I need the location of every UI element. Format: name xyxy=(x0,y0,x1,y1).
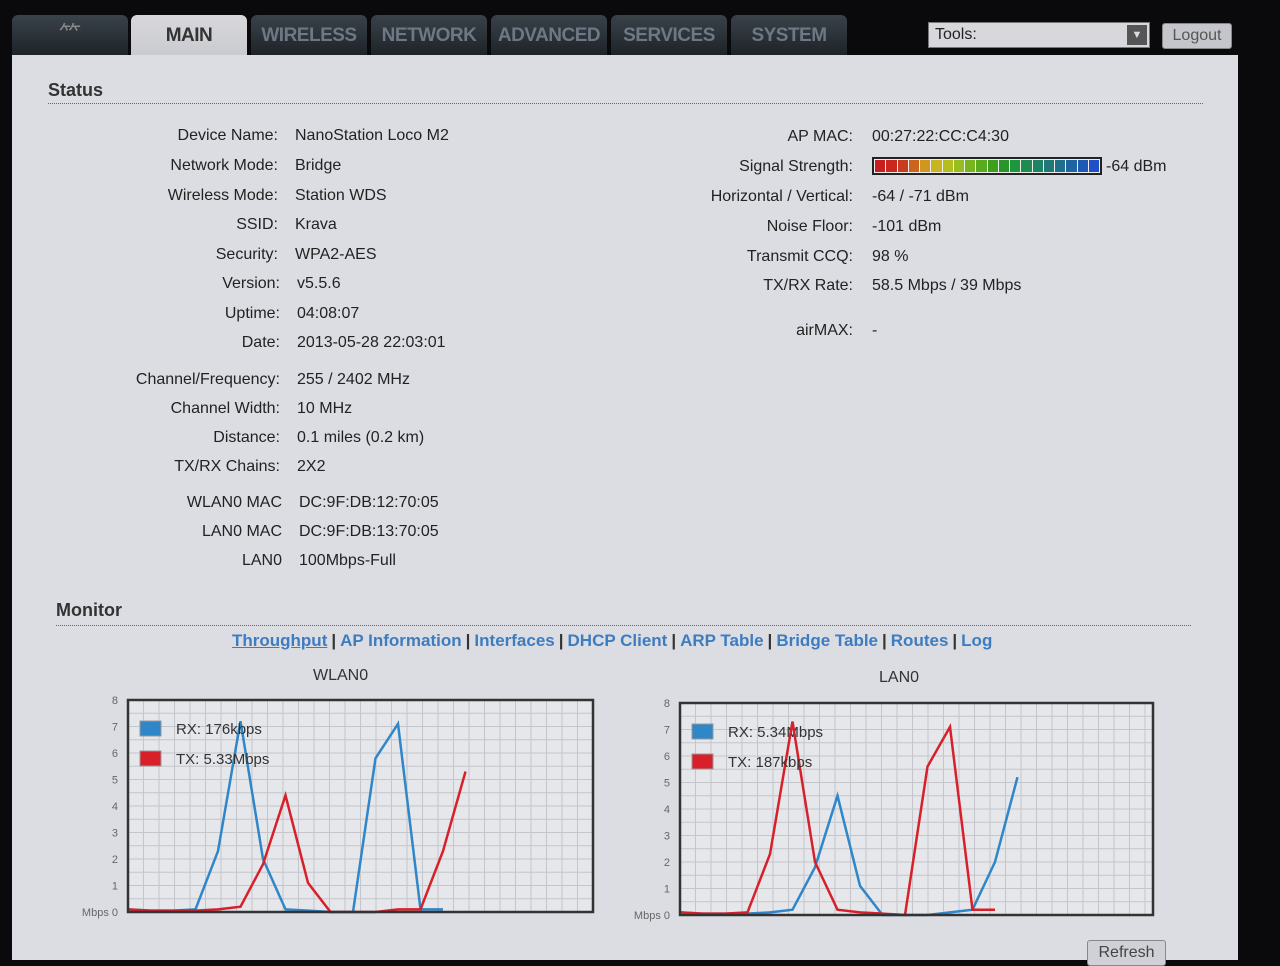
logout-button[interactable]: Logout xyxy=(1162,23,1232,49)
monitor-link-bridge-table[interactable]: Bridge Table xyxy=(776,631,878,650)
signal-segment xyxy=(897,160,908,172)
signal-segment xyxy=(942,160,953,172)
signal-segment xyxy=(1043,160,1054,172)
tab-wireless[interactable]: WIRELESS xyxy=(251,15,367,55)
signal-segment xyxy=(1066,160,1077,172)
monitor-link-log[interactable]: Log xyxy=(961,631,992,650)
field-value: 04:08:07 xyxy=(297,305,360,322)
field-value: 58.5 Mbps / 39 Mbps xyxy=(872,277,1022,294)
field-value: -64 / -71 dBm xyxy=(872,188,969,205)
field-value: DC:9F:DB:13:70:05 xyxy=(299,523,439,540)
signal-segment xyxy=(1010,160,1021,172)
tab-services[interactable]: SERVICES xyxy=(611,15,727,55)
field-value: DC:9F:DB:12:70:05 xyxy=(299,494,439,511)
field-value: WPA2-AES xyxy=(295,246,377,263)
field-label: TX/RX Rate: xyxy=(763,277,853,294)
signal-strength-bar xyxy=(872,157,1102,175)
field-label: Date: xyxy=(241,334,280,351)
field-label: Wireless Mode: xyxy=(167,187,278,204)
divider xyxy=(48,103,1203,104)
signal-segment xyxy=(1032,160,1043,172)
field-value: Station WDS xyxy=(295,187,387,204)
signal-segment xyxy=(908,160,919,172)
field-label: Horizontal / Vertical: xyxy=(710,188,853,205)
field-value: NanoStation Loco M2 xyxy=(295,127,449,144)
chart-title-wlan0: WLAN0 xyxy=(313,667,369,684)
field-label: LAN0 MAC xyxy=(201,523,282,540)
signal-segment xyxy=(1077,160,1088,172)
field-label: AP MAC: xyxy=(787,128,854,145)
link-separator: | xyxy=(331,631,337,650)
field-value: 10 MHz xyxy=(297,400,353,417)
monitor-link-throughput[interactable]: Throughput xyxy=(232,631,327,650)
chevron-down-icon[interactable]: ▼ xyxy=(1127,25,1147,45)
signal-segment xyxy=(998,160,1009,172)
link-separator: | xyxy=(952,631,958,650)
ubiquiti-logo-icon[interactable]: ⺮ xyxy=(12,15,128,55)
monitor-link-arp-table[interactable]: ARP Table xyxy=(680,631,763,650)
field-label: Transmit CCQ: xyxy=(746,248,853,265)
field-label: Device Name: xyxy=(177,127,278,144)
signal-segment xyxy=(886,160,897,172)
link-separator: | xyxy=(882,631,887,650)
tools-label: Tools: xyxy=(935,26,977,43)
signal-segment xyxy=(987,160,998,172)
field-value: 0.1 miles (0.2 km) xyxy=(297,429,425,446)
field-value: 98 % xyxy=(872,248,909,265)
monitor-heading: Monitor xyxy=(56,600,122,620)
field-value: Krava xyxy=(295,216,337,233)
signal-segment xyxy=(1055,160,1066,172)
monitor-link-interfaces[interactable]: Interfaces xyxy=(474,631,554,650)
link-separator: | xyxy=(671,631,677,650)
link-separator: | xyxy=(465,631,471,650)
refresh-button[interactable]: Refresh xyxy=(1087,940,1166,966)
tab-main[interactable]: MAIN xyxy=(131,15,247,57)
monitor-link-ap-information[interactable]: AP Information xyxy=(340,631,462,650)
field-label: WLAN0 MAC xyxy=(186,494,282,511)
chart-title-lan0: LAN0 xyxy=(879,669,920,686)
field-label: Channel/Frequency: xyxy=(135,371,280,388)
field-value: -101 dBm xyxy=(872,218,942,235)
field-value: 00:27:22:CC:C4:30 xyxy=(872,128,1009,145)
field-value: 2X2 xyxy=(297,458,326,475)
field-label: TX/RX Chains: xyxy=(174,458,280,475)
tab-advanced[interactable]: ADVANCED xyxy=(491,15,607,55)
divider xyxy=(56,625,1191,626)
field-label: Noise Floor: xyxy=(766,218,853,235)
field-label: Version: xyxy=(222,275,280,292)
signal-segment xyxy=(1088,160,1099,172)
field-label: Security: xyxy=(215,246,278,263)
field-label: SSID: xyxy=(236,216,278,233)
field-label: airMAX: xyxy=(796,322,853,339)
field-value: v5.5.6 xyxy=(297,275,341,292)
tab-network[interactable]: NETWORK xyxy=(371,15,487,55)
link-separator: | xyxy=(767,631,773,650)
signal-segment xyxy=(976,160,987,172)
field-value: 2013-05-28 22:03:01 xyxy=(297,334,446,351)
signal-segment xyxy=(875,160,886,172)
field-label: Network Mode: xyxy=(170,157,278,174)
field-value: - xyxy=(872,322,878,339)
signal-segment xyxy=(965,160,976,172)
field-label: LAN0 xyxy=(241,552,282,569)
signal-segment xyxy=(920,160,931,172)
field-label: Distance: xyxy=(213,429,280,446)
monitor-links: Throughput | AP Information | Interfaces | DHC… xyxy=(232,631,992,651)
field-value: Bridge xyxy=(295,157,342,174)
signal-dbm: -64 dBm xyxy=(1106,158,1167,175)
field-value: 255 / 2402 MHz xyxy=(297,371,410,388)
field-label: Signal Strength: xyxy=(739,158,853,175)
field-label: Channel Width: xyxy=(170,400,280,417)
status-heading: Status xyxy=(48,80,104,100)
monitor-link-dhcp-client[interactable]: DHCP Client xyxy=(568,631,668,650)
signal-segment xyxy=(953,160,964,172)
field-value: 100Mbps-Full xyxy=(299,552,396,569)
link-separator: | xyxy=(558,631,564,650)
monitor-link-routes[interactable]: Routes xyxy=(891,631,949,650)
tools-select[interactable]: Tools: ▼ xyxy=(928,22,1150,48)
signal-segment xyxy=(931,160,942,172)
tab-system[interactable]: SYSTEM xyxy=(731,15,847,55)
field-label: Uptime: xyxy=(224,305,280,322)
signal-segment xyxy=(1021,160,1032,172)
